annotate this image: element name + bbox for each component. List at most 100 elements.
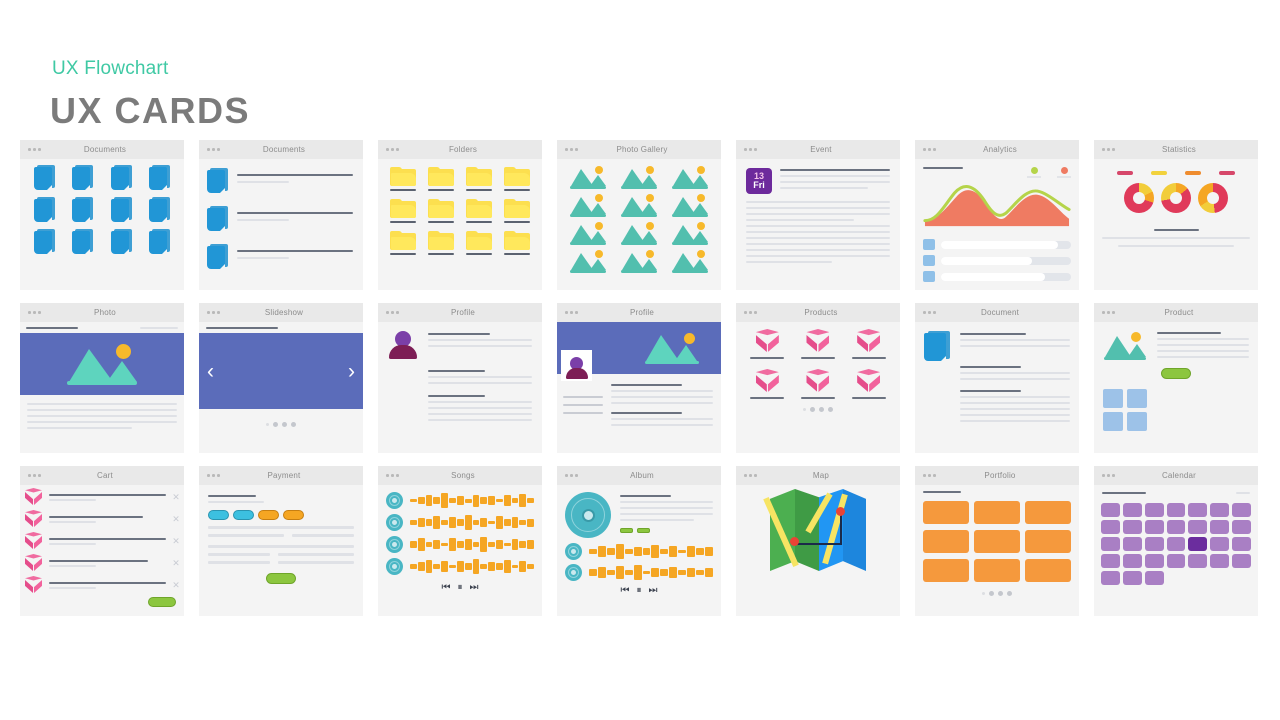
card-photo-gallery[interactable]: Photo Gallery xyxy=(557,140,721,290)
document-icon[interactable] xyxy=(72,229,94,254)
portfolio-tile[interactable] xyxy=(974,530,1020,553)
cart-item[interactable]: ✕ xyxy=(24,532,180,551)
calendar-day[interactable] xyxy=(1210,503,1230,517)
list-item[interactable] xyxy=(207,206,353,231)
folder-item[interactable] xyxy=(504,231,530,255)
product-item[interactable] xyxy=(795,329,842,359)
document-icon[interactable] xyxy=(34,165,56,190)
photo-thumb-icon[interactable] xyxy=(620,166,658,189)
song-item[interactable] xyxy=(386,536,534,553)
calendar-day[interactable] xyxy=(1166,520,1186,534)
product-item[interactable] xyxy=(744,329,791,359)
card-analytics[interactable]: Analytics xyxy=(915,140,1079,290)
folder-item[interactable] xyxy=(428,199,454,223)
payment-method-option[interactable] xyxy=(208,510,229,520)
photo-thumb-icon[interactable] xyxy=(569,166,607,189)
folder-item[interactable] xyxy=(466,167,492,191)
calendar-day[interactable] xyxy=(1122,520,1142,534)
photo-hero-image[interactable] xyxy=(20,333,184,395)
calendar-day[interactable] xyxy=(1232,520,1251,534)
thumbnail[interactable] xyxy=(1103,389,1123,408)
card-statistics[interactable]: Statistics xyxy=(1094,140,1258,290)
portfolio-tile[interactable] xyxy=(923,530,969,553)
photo-thumb-icon[interactable] xyxy=(671,222,709,245)
folder-item[interactable] xyxy=(428,167,454,191)
card-product-detail[interactable]: Product xyxy=(1094,303,1258,453)
cart-item[interactable]: ✕ xyxy=(24,576,180,595)
folder-item[interactable] xyxy=(504,167,530,191)
pause-button[interactable]: ⏸ xyxy=(458,582,463,593)
folder-item[interactable] xyxy=(466,199,492,223)
photo-thumb-icon[interactable] xyxy=(569,250,607,273)
pause-button[interactable]: ⏸ xyxy=(637,585,642,596)
calendar-day[interactable] xyxy=(1210,537,1230,551)
vinyl-disc-icon[interactable] xyxy=(565,492,611,538)
remove-item-button[interactable]: ✕ xyxy=(172,580,180,591)
calendar-day[interactable] xyxy=(1122,503,1142,517)
card-songs[interactable]: Songs ⏮ ⏸ ⏭ xyxy=(378,466,542,616)
song-item[interactable] xyxy=(386,492,534,509)
payment-method-option[interactable] xyxy=(283,510,304,520)
calendar-day[interactable] xyxy=(1166,503,1186,517)
card-products[interactable]: Products xyxy=(736,303,900,453)
next-track-button[interactable]: ⏭ xyxy=(470,582,479,593)
prev-slide-button[interactable]: ‹ xyxy=(207,361,214,382)
remove-item-button[interactable]: ✕ xyxy=(172,492,180,503)
previous-track-button[interactable]: ⏮ xyxy=(621,585,630,596)
calendar-day[interactable] xyxy=(1144,503,1164,517)
previous-track-button[interactable]: ⏮ xyxy=(442,582,451,593)
card-event[interactable]: Event 13 Fri xyxy=(736,140,900,290)
list-item[interactable] xyxy=(207,168,353,193)
calendar-day[interactable] xyxy=(1101,503,1120,517)
card-map[interactable]: Map xyxy=(736,466,900,616)
photo-thumb-icon[interactable] xyxy=(620,194,658,217)
calendar-day[interactable] xyxy=(1122,537,1142,551)
calendar-day[interactable] xyxy=(1188,503,1208,517)
card-photo[interactable]: Photo xyxy=(20,303,184,453)
folder-item[interactable] xyxy=(428,231,454,255)
card-calendar[interactable]: Calendar xyxy=(1094,466,1258,616)
document-icon[interactable] xyxy=(110,229,132,254)
cart-item[interactable]: ✕ xyxy=(24,554,180,573)
calendar-day[interactable] xyxy=(1144,571,1164,585)
thumbnail[interactable] xyxy=(1103,412,1123,431)
folder-item[interactable] xyxy=(466,231,492,255)
product-image-icon[interactable] xyxy=(1103,332,1147,360)
document-icon[interactable] xyxy=(34,229,56,254)
song-item[interactable] xyxy=(565,564,713,581)
checkout-button[interactable] xyxy=(148,597,176,607)
card-profile-side[interactable]: Profile xyxy=(378,303,542,453)
album-tag[interactable] xyxy=(620,528,633,533)
card-documents-list[interactable]: Documents xyxy=(199,140,363,290)
portfolio-tile[interactable] xyxy=(923,501,969,524)
calendar-day[interactable] xyxy=(1232,537,1251,551)
song-item[interactable] xyxy=(565,543,713,560)
photo-thumb-icon[interactable] xyxy=(620,250,658,273)
song-item[interactable] xyxy=(386,514,534,531)
card-payment[interactable]: Payment xyxy=(199,466,363,616)
next-slide-button[interactable]: › xyxy=(348,361,355,382)
pay-button[interactable] xyxy=(266,573,296,584)
card-documents-grid[interactable]: Documents xyxy=(20,140,184,290)
player-controls[interactable]: ⏮ ⏸ ⏭ xyxy=(565,585,713,596)
calendar-day[interactable] xyxy=(1144,554,1164,568)
calendar-day[interactable] xyxy=(1188,520,1208,534)
calendar-day[interactable] xyxy=(1210,554,1230,568)
document-icon[interactable] xyxy=(924,331,950,361)
document-icon[interactable] xyxy=(148,229,170,254)
photo-thumb-icon[interactable] xyxy=(671,250,709,273)
slideshow-stage[interactable]: ‹ › xyxy=(199,333,363,409)
list-item[interactable] xyxy=(207,244,353,269)
payment-method-options[interactable] xyxy=(208,510,354,520)
cart-item[interactable]: ✕ xyxy=(24,488,180,507)
portfolio-tile[interactable] xyxy=(1025,530,1071,553)
calendar-day[interactable] xyxy=(1166,554,1186,568)
photo-thumb-icon[interactable] xyxy=(671,166,709,189)
portfolio-tile[interactable] xyxy=(974,501,1020,524)
photo-thumb-icon[interactable] xyxy=(620,222,658,245)
document-icon[interactable] xyxy=(110,197,132,222)
product-item[interactable] xyxy=(845,369,892,399)
portfolio-pagination[interactable] xyxy=(915,591,1079,596)
folder-item[interactable] xyxy=(504,199,530,223)
card-folders[interactable]: Folders xyxy=(378,140,542,290)
